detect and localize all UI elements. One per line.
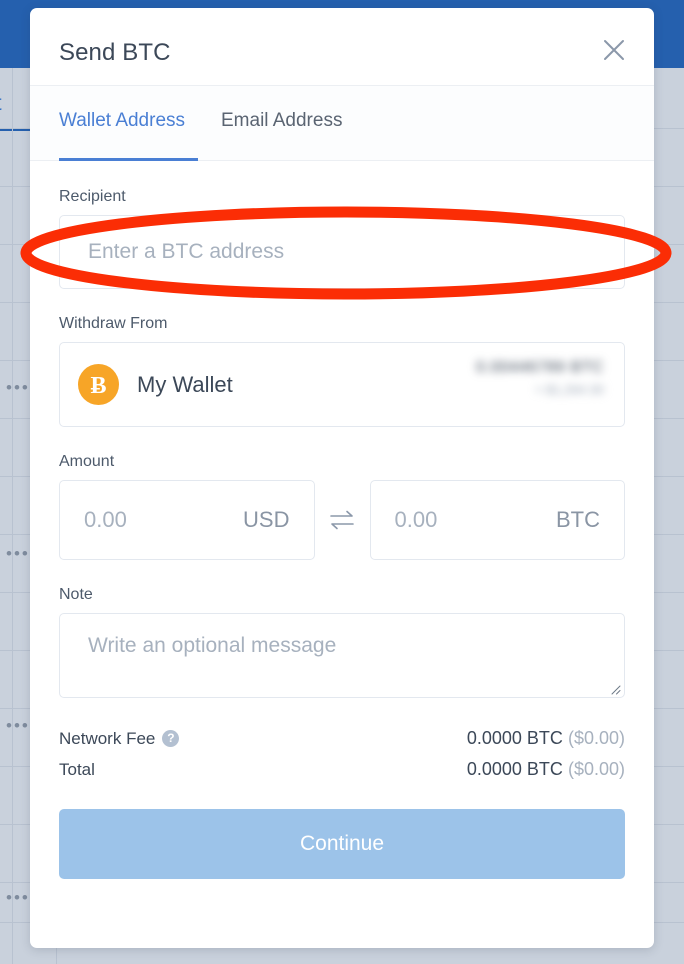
amount-crypto-input[interactable]: 0.00 BTC — [369, 480, 625, 560]
amount-row: 0.00 USD 0.00 BTC — [59, 480, 625, 560]
note-label: Note — [59, 586, 93, 603]
background-row-menu: ••• — [6, 544, 30, 563]
total-fiat: ($0.00) — [567, 759, 625, 779]
swap-arrows-icon[interactable] — [315, 507, 370, 533]
help-icon[interactable]: ? — [162, 730, 180, 747]
wallet-balance-secondary: ≈ $1,264.30 — [535, 382, 604, 397]
background-row-menu: ••• — [6, 888, 30, 907]
tab-email-address[interactable]: Email Address — [221, 110, 342, 132]
recipient-placeholder: Enter a BTC address — [88, 240, 285, 263]
amount-fiat-placeholder: 0.00 — [84, 507, 127, 532]
total-amount: 0.0000 BTC — [466, 759, 563, 779]
network-fee-amount: 0.0000 BTC — [466, 728, 563, 748]
amount-fiat-currency: USD — [243, 507, 290, 532]
summary-row-total: Total 0.0000 BTC ($0.00) — [59, 754, 625, 785]
modal-header: Send BTC — [30, 8, 654, 86]
modal-tabs: Wallet Address Email Address — [30, 86, 654, 161]
network-fee-value-group: 0.0000 BTC ($0.00) — [467, 728, 625, 749]
total-value-group: 0.0000 BTC ($0.00) — [467, 759, 625, 780]
wallet-name: My Wallet — [137, 371, 233, 397]
total-label: Total — [59, 759, 95, 779]
summary-row-network-fee: Network Fee ? 0.0000 BTC ($0.00) — [59, 723, 625, 754]
tab-active-underline — [59, 158, 198, 161]
network-fee-label: Network Fee — [59, 728, 156, 748]
svg-text:Ƀ: Ƀ — [90, 373, 106, 399]
page-title: Send BTC — [59, 39, 171, 66]
close-icon[interactable] — [596, 32, 632, 68]
send-btc-modal: Send BTC Wallet Address Email Address Re… — [30, 8, 654, 948]
background-row-menu: ••• — [6, 378, 30, 397]
amount-fiat-input[interactable]: 0.00 USD — [59, 480, 315, 560]
note-placeholder: Write an optional message — [88, 634, 337, 657]
bitcoin-icon: Ƀ — [78, 364, 119, 405]
withdraw-from-selector[interactable]: Ƀ My Wallet 0.00446789 BTC ≈ $1,264.30 — [59, 342, 625, 427]
network-fee-fiat: ($0.00) — [567, 728, 625, 748]
tab-wallet-address[interactable]: Wallet Address — [59, 110, 185, 132]
amount-crypto-placeholder: 0.00 — [394, 507, 438, 532]
resize-handle-icon[interactable] — [607, 681, 621, 695]
continue-button[interactable]: Continue — [59, 809, 625, 879]
wallet-balance-primary: 0.00446789 BTC — [476, 359, 604, 376]
background-nav-label: unt — [0, 92, 2, 116]
transaction-summary: Network Fee ? 0.0000 BTC ($0.00) Total 0… — [59, 723, 625, 785]
recipient-label: Recipient — [59, 188, 126, 205]
amount-crypto-currency: BTC — [556, 507, 600, 532]
background-row-menu: ••• — [6, 716, 30, 735]
recipient-input[interactable]: Enter a BTC address — [59, 215, 625, 289]
wallet-balance-redacted: 0.00446789 BTC ≈ $1,264.30 — [476, 359, 604, 397]
note-textarea[interactable]: Write an optional message — [59, 613, 625, 698]
network-fee-label-group: Network Fee ? — [59, 728, 180, 749]
withdraw-from-label: Withdraw From — [59, 315, 168, 332]
modal-body: Recipient Enter a BTC address Withdraw F… — [30, 188, 654, 879]
amount-label: Amount — [59, 453, 115, 470]
